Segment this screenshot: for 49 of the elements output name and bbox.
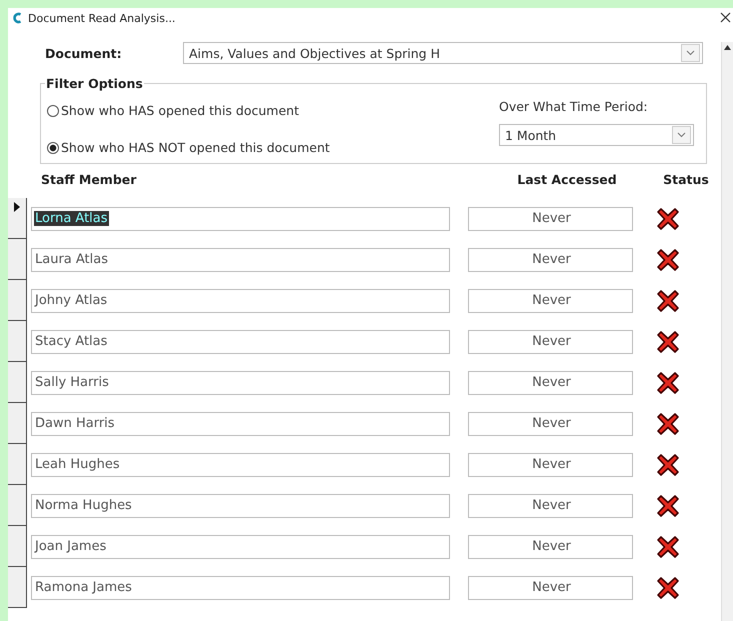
record-selector[interactable] [8,485,27,526]
record-selector[interactable] [8,280,27,321]
staff-name-field[interactable]: Leah Hughes [31,452,450,476]
document-label: Document: [45,46,123,60]
staff-name-field[interactable]: Ramona James [31,576,450,600]
staff-name-field[interactable]: Dawn Harris [31,412,450,436]
staff-name-field[interactable]: Lorna Atlas [31,206,450,230]
last-accessed-field[interactable]: Never [468,370,633,394]
group-title: Filter Options [45,76,144,91]
record-selector[interactable] [8,198,27,239]
last-accessed-field[interactable]: Never [468,330,633,354]
last-accessed-field[interactable]: Never [468,452,633,476]
column-header: Staff Member [41,172,138,189]
column-header: Status [662,172,710,189]
period-label: Over What Time Period: [499,99,649,114]
last-accessed-field[interactable]: Never [468,494,633,518]
current-record-icon [14,202,20,212]
app-logo-icon [12,12,22,24]
staff-name-field[interactable]: Laura Atlas [31,248,450,272]
last-accessed-field[interactable]: Never [468,206,633,230]
close-icon [720,12,731,22]
staff-name-field[interactable]: Sally Harris [31,370,450,394]
radio-icon[interactable] [47,104,59,116]
last-accessed-field[interactable]: Never [468,412,633,436]
last-accessed-field[interactable]: Never [468,288,633,312]
chevron-down-icon [686,50,695,56]
filter-radio[interactable]: Show who HAS NOT opened this document [47,140,330,155]
staff-name-field[interactable]: Joan James [31,534,450,558]
last-accessed-field[interactable]: Never [468,534,633,558]
staff-name-field[interactable]: Johny Atlas [31,288,450,312]
last-accessed-field[interactable]: Never [468,576,633,600]
scroll-up-icon[interactable] [724,45,731,50]
record-selector[interactable] [8,321,27,362]
staff-name-field[interactable]: Norma Hughes [31,494,450,518]
record-selector[interactable] [8,403,27,444]
document-dropdown[interactable]: Aims, Values and Objectives at Spring H [183,42,703,64]
window-title: Document Read Analysis... [28,12,176,24]
staff-name-field[interactable]: Stacy Atlas [31,330,450,354]
record-selector[interactable] [8,362,27,403]
record-selector[interactable] [8,239,27,280]
record-selector[interactable] [8,526,27,567]
record-selector[interactable] [8,567,27,608]
column-header: Last Accessed [516,172,618,189]
record-selector[interactable] [8,444,27,485]
last-accessed-field[interactable]: Never [468,248,633,272]
radio-icon[interactable] [47,142,59,154]
period-dropdown[interactable]: 1 Month [499,124,694,146]
chevron-down-icon [677,132,686,138]
filter-radio[interactable]: Show who HAS opened this document [47,103,330,118]
